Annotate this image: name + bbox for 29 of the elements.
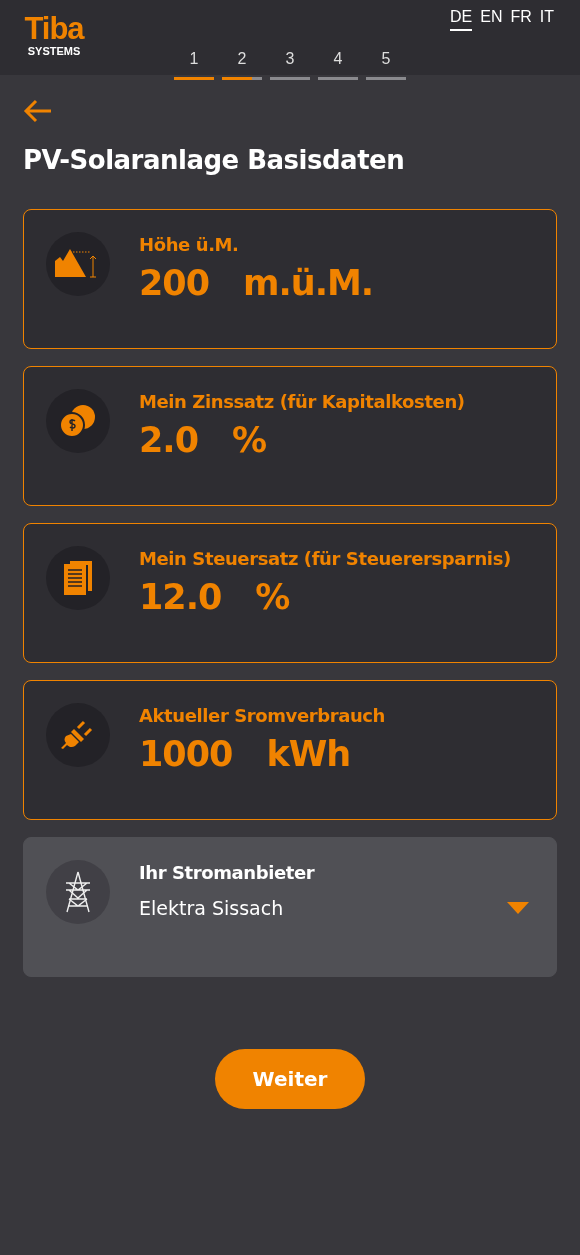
field-label: Mein Zinssatz (für Kapitalkosten) — [139, 391, 466, 412]
dropdown-field[interactable]: Ihr Stromanbieter Elektra Sissach — [23, 837, 557, 977]
step-number: 4 — [333, 50, 343, 68]
unit-label: % — [232, 420, 267, 460]
unit-label: kWh — [266, 734, 351, 774]
step-number: 2 — [237, 50, 247, 68]
unit-label: m.ü.M. — [243, 263, 374, 303]
page-title: PV-Solaranlage Basisdaten — [23, 145, 406, 175]
selected-value: Elektra Sissach — [139, 897, 284, 919]
language-tab[interactable]: EN — [480, 8, 503, 31]
input-field[interactable]: 1000 — [139, 734, 233, 774]
language-tab[interactable]: FR — [510, 8, 532, 31]
step-number: 3 — [285, 50, 295, 68]
logo-text: Tiba — [24, 14, 84, 44]
unit-label: % — [255, 577, 290, 617]
input-field[interactable]: 200 — [139, 263, 210, 303]
input-field[interactable]: 12.0 — [139, 577, 222, 617]
logo-subtitle: SYSTEMS — [27, 44, 81, 58]
back-arrow-icon[interactable] — [23, 99, 53, 123]
dropdown-caret-icon — [507, 902, 529, 914]
field-label: Mein Steuersatz (für Steuerersparnis) — [139, 548, 512, 569]
field-label: Höhe ü.M. — [139, 234, 240, 255]
field-label: Ihr Stromanbieter — [139, 862, 316, 883]
field-label: Aktueller Sromverbrauch — [139, 705, 386, 726]
step-number: 1 — [189, 50, 199, 68]
step-number: 5 — [381, 50, 391, 68]
language-tab[interactable]: DE — [450, 8, 473, 31]
language-tab[interactable]: IT — [539, 8, 554, 31]
input-field[interactable]: 2.0 — [139, 420, 198, 460]
